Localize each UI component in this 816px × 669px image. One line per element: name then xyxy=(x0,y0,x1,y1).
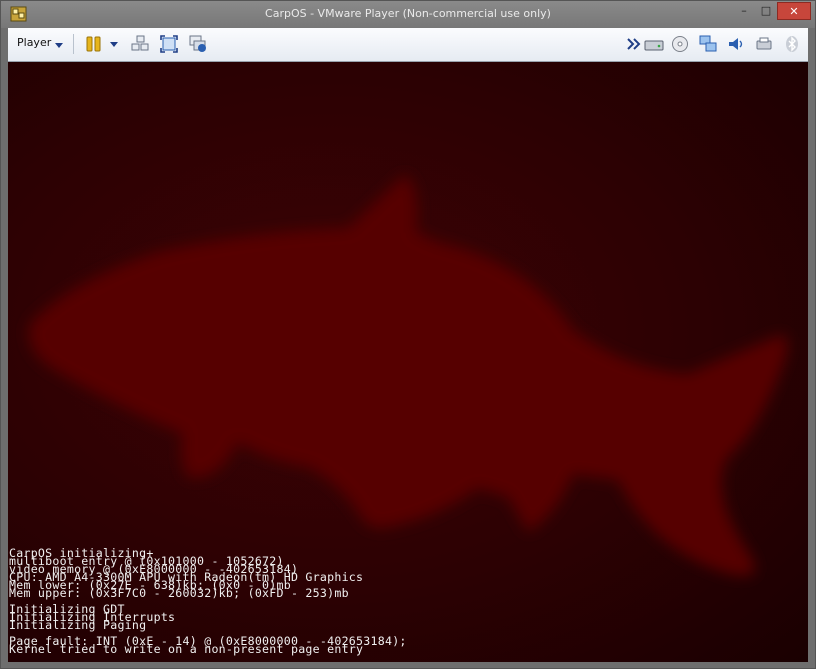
printer-icon[interactable] xyxy=(755,35,773,53)
minimize-button[interactable]: – xyxy=(733,2,755,20)
hard-disk-icon[interactable] xyxy=(644,35,664,53)
pause-icon[interactable] xyxy=(85,35,103,53)
more-icon[interactable] xyxy=(625,35,643,53)
network-adapter-icon[interactable] xyxy=(699,35,717,53)
console-line: Initializing Paging xyxy=(9,618,147,632)
toolbar: Player xyxy=(8,28,808,62)
toolbar-divider xyxy=(73,34,74,54)
player-menu-label: Player xyxy=(17,36,52,49)
console-line: Kernel tried to write on a non-present p… xyxy=(9,642,364,656)
close-button[interactable]: ✕ xyxy=(777,2,811,20)
guest-display[interactable]: CarpOS initializing+ multiboot entry @ (0… xyxy=(8,62,808,662)
title-bar[interactable]: CarpOS - VMware Player (Non-commercial u… xyxy=(1,1,815,28)
player-menu-chevron-down-icon[interactable] xyxy=(55,43,63,48)
unity-icon[interactable] xyxy=(189,35,207,53)
maximize-button[interactable]: □ xyxy=(755,2,777,20)
console-line: Mem upper: (0x3F7C0 - 260032)kb; (0xFD -… xyxy=(9,586,349,600)
cd-dvd-icon[interactable] xyxy=(671,35,689,53)
vmware-player-window: CarpOS - VMware Player (Non-commercial u… xyxy=(0,0,816,669)
pause-options-chevron-down-icon[interactable] xyxy=(110,42,118,47)
sound-card-icon[interactable] xyxy=(727,35,745,53)
window-title: CarpOS - VMware Player (Non-commercial u… xyxy=(265,7,551,20)
player-menu-button[interactable]: Player xyxy=(17,36,51,49)
fullscreen-icon[interactable] xyxy=(160,35,178,53)
bluetooth-icon[interactable] xyxy=(783,35,801,53)
send-ctrl-alt-del-icon[interactable] xyxy=(131,35,149,53)
console-output: CarpOS initializing+ multiboot entry @ (0… xyxy=(9,547,407,656)
